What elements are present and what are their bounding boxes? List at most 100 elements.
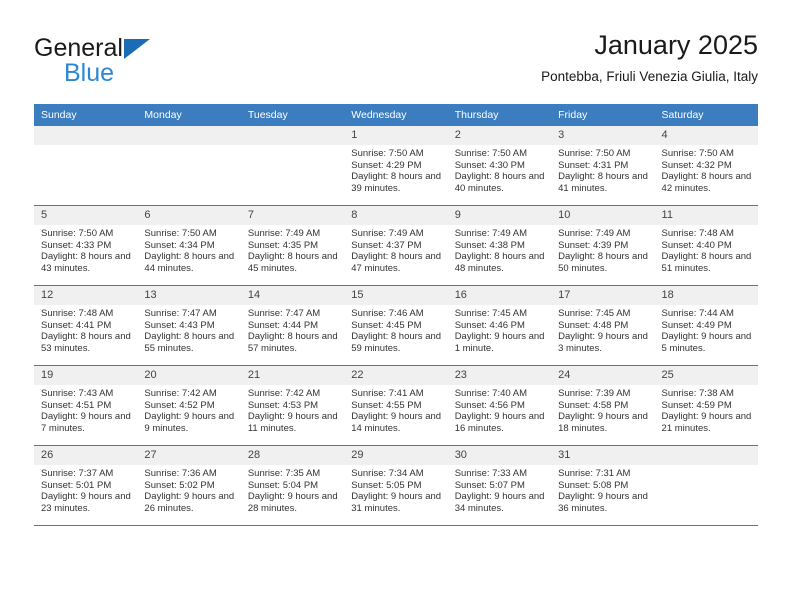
calendar-day-cell[interactable]: 10 Sunrise: 7:49 AM Sunset: 4:39 PM Dayligh… xyxy=(551,205,655,286)
sunset-text: Sunset: 4:40 PM xyxy=(661,239,732,251)
day-number: 26 xyxy=(34,446,138,465)
sunset-text: Sunset: 5:07 PM xyxy=(454,479,525,491)
calendar-day-cell[interactable]: 11 Sunrise: 7:48 AM Sunset: 4:40 PM Dayligh… xyxy=(654,205,758,286)
day-sun-info: Sunrise: 7:47 AM Sunset: 4:43 PM Daylight:… xyxy=(137,305,240,354)
day-sun-info: Sunrise: 7:48 AM Sunset: 4:40 PM Daylight:… xyxy=(655,225,758,274)
day-sun-info: Sunrise: 7:46 AM Sunset: 4:45 PM Daylight:… xyxy=(344,305,447,354)
calendar-day-cell[interactable]: 2 Sunrise: 7:50 AM Sunset: 4:30 PM Daylight… xyxy=(447,126,552,206)
day-number: 4 xyxy=(654,126,758,145)
calendar-day-cell[interactable]: 31 Sunrise: 7:31 AM Sunset: 5:08 PM Dayligh… xyxy=(551,445,655,526)
sunrise-text: Sunrise: 7:33 AM xyxy=(454,468,528,479)
calendar-day-cell[interactable]: 5 Sunrise: 7:50 AM Sunset: 4:33 PM Daylight… xyxy=(34,205,138,286)
calendar-day-cell[interactable]: 24 Sunrise: 7:39 AM Sunset: 4:58 PM Dayligh… xyxy=(551,365,655,446)
sunrise-text: Sunrise: 7:50 AM xyxy=(351,148,424,159)
sunrise-text: Sunrise: 7:40 AM xyxy=(454,388,528,399)
day-sun-info: Sunrise: 7:50 AM Sunset: 4:33 PM Daylight:… xyxy=(34,225,137,274)
daylight-text: Daylight: 8 hours and 41 minutes. xyxy=(558,171,648,194)
daylight-text: Daylight: 9 hours and 31 minutes. xyxy=(351,491,442,514)
day-number: 21 xyxy=(240,366,345,385)
calendar-day-cell[interactable]: 22 Sunrise: 7:41 AM Sunset: 4:55 PM Dayligh… xyxy=(344,365,448,446)
calendar-day-cell[interactable]: 13 Sunrise: 7:47 AM Sunset: 4:43 PM Dayligh… xyxy=(137,285,241,366)
calendar-day-cell[interactable]: 23 Sunrise: 7:40 AM Sunset: 4:56 PM Dayligh… xyxy=(447,365,552,446)
daylight-text: Daylight: 8 hours and 42 minutes. xyxy=(661,171,752,194)
daylight-text: Daylight: 9 hours and 16 minutes. xyxy=(454,411,545,434)
weekday-header-tuesday: Tuesday xyxy=(240,104,345,126)
calendar-day-cell[interactable]: 21 Sunrise: 7:42 AM Sunset: 4:53 PM Dayligh… xyxy=(240,365,345,446)
calendar-day-cell[interactable]: 3 Sunrise: 7:50 AM Sunset: 4:31 PM Daylight… xyxy=(551,126,655,206)
calendar-day-cell-empty xyxy=(240,126,345,206)
calendar-day-cell[interactable]: 15 Sunrise: 7:46 AM Sunset: 4:45 PM Dayligh… xyxy=(344,285,448,366)
daylight-text: Daylight: 9 hours and 14 minutes. xyxy=(351,411,442,434)
calendar-day-cell[interactable]: 4 Sunrise: 7:50 AM Sunset: 4:32 PM Daylight… xyxy=(654,126,758,206)
day-number: 28 xyxy=(240,446,345,465)
daylight-text: Daylight: 9 hours and 34 minutes. xyxy=(454,491,545,514)
calendar-day-cell[interactable]: 1 Sunrise: 7:50 AM Sunset: 4:29 PM Daylight… xyxy=(344,126,448,206)
calendar-day-cell[interactable]: 17 Sunrise: 7:45 AM Sunset: 4:48 PM Dayligh… xyxy=(551,285,655,366)
day-number: 30 xyxy=(447,446,552,465)
calendar-day-cell[interactable]: 18 Sunrise: 7:44 AM Sunset: 4:49 PM Dayligh… xyxy=(654,285,758,366)
calendar-day-cell[interactable]: 19 Sunrise: 7:43 AM Sunset: 4:51 PM Dayligh… xyxy=(34,365,138,446)
daylight-text: Daylight: 8 hours and 39 minutes. xyxy=(351,171,442,194)
daylight-text: Daylight: 9 hours and 23 minutes. xyxy=(41,491,131,514)
day-sun-info: Sunrise: 7:31 AM Sunset: 5:08 PM Daylight:… xyxy=(551,465,654,514)
day-sun-info: Sunrise: 7:50 AM Sunset: 4:34 PM Daylight:… xyxy=(137,225,240,274)
daylight-text: Daylight: 8 hours and 57 minutes. xyxy=(247,331,338,354)
sunrise-text: Sunrise: 7:31 AM xyxy=(558,468,631,479)
logo-triangle-icon xyxy=(124,39,150,59)
daylight-text: Daylight: 8 hours and 43 minutes. xyxy=(41,251,131,274)
sunset-text: Sunset: 4:45 PM xyxy=(351,319,422,331)
sunset-text: Sunset: 4:49 PM xyxy=(661,319,732,331)
day-sun-info: Sunrise: 7:50 AM Sunset: 4:32 PM Daylight:… xyxy=(655,145,758,194)
day-number: 22 xyxy=(344,366,448,385)
sunrise-text: Sunrise: 7:50 AM xyxy=(661,148,734,159)
calendar-day-cell[interactable]: 28 Sunrise: 7:35 AM Sunset: 5:04 PM Dayligh… xyxy=(240,445,345,526)
calendar-day-cell[interactable]: 25 Sunrise: 7:38 AM Sunset: 4:59 PM Dayligh… xyxy=(654,365,758,446)
sunrise-text: Sunrise: 7:43 AM xyxy=(41,388,114,399)
calendar-day-cell[interactable]: 7 Sunrise: 7:49 AM Sunset: 4:35 PM Daylight… xyxy=(240,205,345,286)
sunrise-text: Sunrise: 7:47 AM xyxy=(144,308,217,319)
day-sun-info: Sunrise: 7:36 AM Sunset: 5:02 PM Daylight:… xyxy=(137,465,240,514)
calendar-week-row: 12 Sunrise: 7:48 AM Sunset: 4:41 PM Dayligh… xyxy=(34,285,758,366)
calendar-day-cell-empty xyxy=(654,445,758,526)
calendar-day-cell[interactable]: 26 Sunrise: 7:37 AM Sunset: 5:01 PM Dayligh… xyxy=(34,445,138,526)
day-number: 19 xyxy=(34,366,138,385)
sunset-text: Sunset: 5:05 PM xyxy=(351,479,422,491)
day-sun-info: Sunrise: 7:37 AM Sunset: 5:01 PM Daylight:… xyxy=(34,465,137,514)
sunrise-text: Sunrise: 7:50 AM xyxy=(144,228,217,239)
day-number xyxy=(654,446,758,465)
day-number: 15 xyxy=(344,286,448,305)
calendar-day-cell[interactable]: 30 Sunrise: 7:33 AM Sunset: 5:07 PM Dayligh… xyxy=(447,445,552,526)
calendar-day-cell[interactable]: 27 Sunrise: 7:36 AM Sunset: 5:02 PM Dayligh… xyxy=(137,445,241,526)
sunset-text: Sunset: 5:08 PM xyxy=(558,479,629,491)
sunrise-text: Sunrise: 7:48 AM xyxy=(661,228,734,239)
day-number: 14 xyxy=(240,286,345,305)
sunrise-text: Sunrise: 7:47 AM xyxy=(247,308,321,319)
daylight-text: Daylight: 9 hours and 28 minutes. xyxy=(247,491,338,514)
day-number: 18 xyxy=(654,286,758,305)
day-sun-info: Sunrise: 7:44 AM Sunset: 4:49 PM Daylight:… xyxy=(655,305,758,354)
sunrise-text: Sunrise: 7:50 AM xyxy=(454,148,528,159)
weekday-header-sunday: Sunday xyxy=(34,104,138,126)
sunrise-text: Sunrise: 7:36 AM xyxy=(144,468,217,479)
calendar-day-cell[interactable]: 9 Sunrise: 7:49 AM Sunset: 4:38 PM Daylight… xyxy=(447,205,552,286)
calendar-day-cell[interactable]: 8 Sunrise: 7:49 AM Sunset: 4:37 PM Daylight… xyxy=(344,205,448,286)
day-number: 7 xyxy=(240,206,345,225)
day-number xyxy=(34,126,138,145)
calendar-day-cell[interactable]: 12 Sunrise: 7:48 AM Sunset: 4:41 PM Dayligh… xyxy=(34,285,138,366)
sunrise-text: Sunrise: 7:50 AM xyxy=(558,148,631,159)
day-number: 3 xyxy=(551,126,655,145)
calendar-day-cell[interactable]: 6 Sunrise: 7:50 AM Sunset: 4:34 PM Daylight… xyxy=(137,205,241,286)
sunrise-text: Sunrise: 7:34 AM xyxy=(351,468,424,479)
daylight-text: Daylight: 9 hours and 9 minutes. xyxy=(144,411,235,434)
calendar-week-row: 19 Sunrise: 7:43 AM Sunset: 4:51 PM Dayligh… xyxy=(34,365,758,446)
sunset-text: Sunset: 4:31 PM xyxy=(558,159,629,171)
sunset-text: Sunset: 4:39 PM xyxy=(558,239,629,251)
sunrise-text: Sunrise: 7:49 AM xyxy=(247,228,321,239)
calendar-day-cell[interactable]: 14 Sunrise: 7:47 AM Sunset: 4:44 PM Dayligh… xyxy=(240,285,345,366)
calendar-day-cell[interactable]: 16 Sunrise: 7:45 AM Sunset: 4:46 PM Dayligh… xyxy=(447,285,552,366)
sunrise-text: Sunrise: 7:46 AM xyxy=(351,308,424,319)
day-sun-info: Sunrise: 7:35 AM Sunset: 5:04 PM Daylight:… xyxy=(241,465,344,514)
day-sun-info: Sunrise: 7:48 AM Sunset: 4:41 PM Daylight:… xyxy=(34,305,137,354)
calendar-day-cell[interactable]: 20 Sunrise: 7:42 AM Sunset: 4:52 PM Dayligh… xyxy=(137,365,241,446)
calendar-day-cell[interactable]: 29 Sunrise: 7:34 AM Sunset: 5:05 PM Dayligh… xyxy=(344,445,448,526)
